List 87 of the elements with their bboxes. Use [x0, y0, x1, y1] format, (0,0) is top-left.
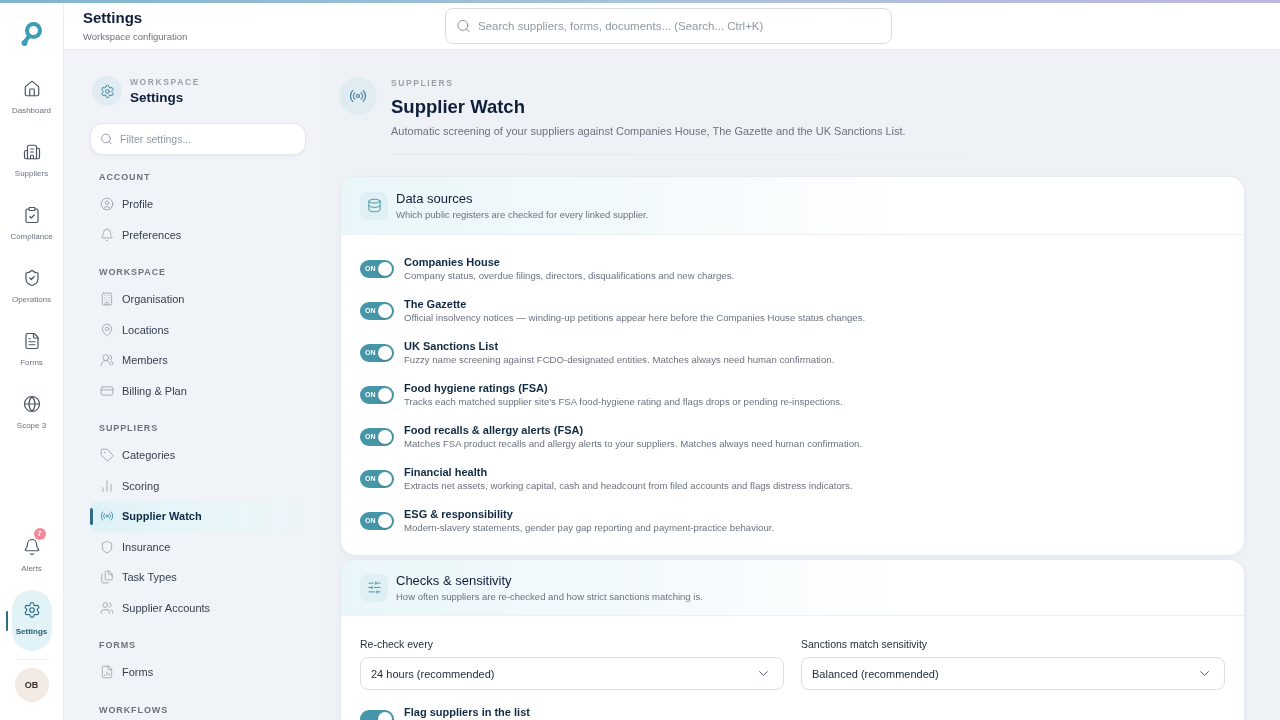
setting-description: Modern-slavery statements, gender pay gap reporting and payment-practice behaviour.	[404, 521, 775, 534]
search-field[interactable]: Search suppliers, forms, documents... (Search... Ctrl+K)	[445, 8, 892, 44]
settings-nav-item[interactable]: Scoring	[90, 470, 306, 501]
document-icon	[22, 332, 41, 350]
section-eyebrow: SUPPLIERS	[391, 77, 455, 89]
field-label: Re-check every	[360, 638, 434, 650]
search-icon	[456, 18, 471, 34]
broadcast-icon	[339, 77, 377, 115]
building-icon	[22, 143, 41, 161]
setting-title: Food recalls & allergy alerts (FSA)	[404, 423, 585, 437]
filter-field[interactable]: Filter settings...	[90, 123, 306, 155]
database-icon	[360, 191, 388, 220]
setting-title: Food hygiene ratings (FSA)	[404, 381, 549, 395]
map-pin-icon	[100, 322, 114, 337]
setting-title: UK Sanctions List	[404, 339, 500, 353]
section-description: Automatic screening of your suppliers against Companies House, The Gazette and the UK Sanctions List.	[391, 124, 906, 138]
home-icon	[22, 80, 41, 98]
settings-nav-item[interactable]: Members	[90, 345, 306, 376]
people-icon	[100, 353, 114, 368]
avatar-button[interactable]: OB	[14, 668, 49, 702]
chart-file-icon	[100, 665, 114, 680]
bell-icon	[22, 538, 41, 556]
section-heading: ACCOUNT	[99, 171, 152, 183]
field-label: Sanctions match sensitivity	[801, 638, 929, 650]
card-icon	[100, 383, 114, 398]
settings-nav-item[interactable]: Categories	[90, 440, 306, 471]
setting-description: Official insolvency notices — winding-up petitions appear here before the Companies House status changes.	[404, 311, 866, 324]
setting-description: Fuzzy name screening against FCDO-designated entities. Matches always need human confirmation.	[404, 353, 835, 366]
nav-button[interactable]: Compliance	[11, 200, 52, 248]
setting-title: Flag suppliers in the list	[404, 705, 530, 719]
sliders-icon	[360, 573, 388, 602]
tag-icon	[100, 448, 114, 463]
dropdown[interactable]: 24 hours (recommended)	[360, 657, 784, 690]
card-title: Data sources	[396, 190, 474, 207]
setting-title: ESG & responsibility	[404, 507, 514, 521]
bell-icon	[100, 227, 114, 242]
building-icon	[100, 292, 114, 307]
settings-nav-item[interactable]: Task Types	[90, 562, 306, 593]
settings-nav-item[interactable]: Preferences	[90, 219, 306, 250]
section-title: Supplier Watch	[391, 95, 526, 119]
sidebar-title: Settings	[130, 89, 185, 106]
setting-title: Companies House	[404, 255, 501, 269]
settings-icon	[92, 76, 122, 106]
nav-button[interactable]: Dashboard	[11, 74, 52, 122]
settings-icon	[22, 601, 41, 619]
user-circle-icon	[100, 197, 114, 212]
bar-chart-icon	[100, 478, 114, 493]
settings-nav-item[interactable]: Billing & Plan	[90, 375, 306, 406]
setting-description: Extracts net assets, working capital, cash and headcount from filed accounts and flags distress indicators.	[404, 479, 853, 492]
setting-description: Tracks each matched supplier site's FSA food-hygiene rating and flags drops or pending re-inspections.	[404, 395, 843, 408]
page-subtitle: Workspace configuration	[83, 31, 189, 43]
settings-nav-item[interactable]: Profile	[90, 189, 306, 220]
settings-nav-item[interactable]: Insurance	[90, 531, 306, 562]
globe-icon	[22, 395, 41, 413]
section-heading: WORKSPACE	[99, 266, 167, 278]
sidebar-eyebrow: WORKSPACE	[130, 76, 200, 88]
nav-button[interactable]: Settings	[11, 590, 52, 651]
settings-nav-item[interactable]: Organisation	[90, 284, 306, 315]
settings-nav-item[interactable]: Locations	[90, 314, 306, 345]
shield-check-icon	[22, 269, 41, 287]
nav-button[interactable]: Operations	[11, 263, 52, 311]
active-indicator	[5, 610, 8, 631]
page-title: Settings	[83, 9, 144, 27]
card-title: Checks & sensitivity	[396, 572, 513, 589]
shield-icon	[100, 539, 114, 554]
section-heading: SUPPLIERS	[99, 422, 160, 434]
card-subtitle: Which public registers are checked for every linked supplier.	[396, 208, 649, 221]
users-icon	[100, 600, 114, 615]
settings-nav-item[interactable]: Forms	[90, 657, 306, 688]
section-heading: WORKFLOWS	[99, 703, 170, 716]
search-icon	[100, 132, 113, 146]
section-heading: FORMS	[99, 639, 137, 651]
setting-title: The Gazette	[404, 297, 468, 311]
nav-button[interactable]: Suppliers	[11, 137, 52, 185]
settings-nav-item[interactable]: Supplier Accounts	[90, 592, 306, 623]
documents-icon	[100, 570, 114, 585]
logo-icon	[19, 21, 44, 47]
card-subtitle: How often suppliers are re-checked and how strict sanctions matching is.	[396, 590, 703, 603]
nav-button[interactable]: Forms	[11, 326, 52, 374]
setting-description: Matches FSA product recalls and allergy alerts to your suppliers. Matches always need human confirmation.	[404, 437, 863, 450]
setting-title: Financial health	[404, 465, 489, 479]
clipboard-check-icon	[22, 206, 41, 224]
active-indicator	[90, 507, 93, 525]
setting-description: Company status, overdue filings, directors, disqualifications and new charges.	[404, 269, 735, 282]
broadcast-icon	[100, 509, 114, 524]
dropdown[interactable]: Balanced (recommended)	[801, 657, 1225, 690]
nav-button[interactable]: Scope 3	[11, 389, 52, 437]
